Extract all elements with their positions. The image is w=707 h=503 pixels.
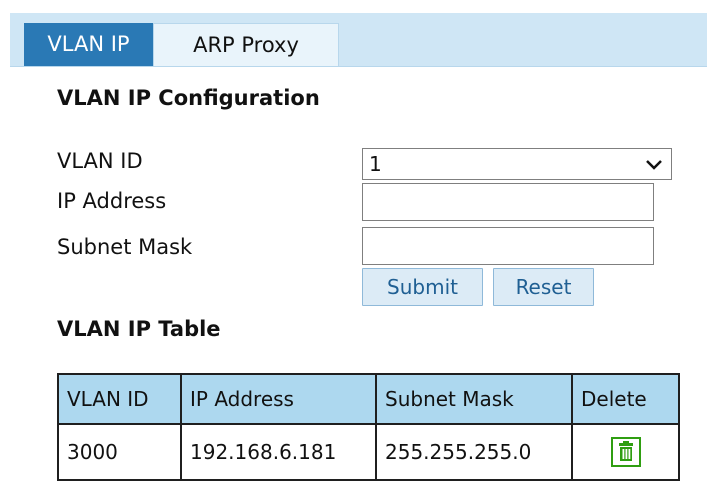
vlan-id-selected-value: 1 — [369, 152, 382, 176]
ip-address-input[interactable] — [362, 183, 654, 221]
header-vlan-id: VLAN ID — [57, 373, 182, 425]
subnet-mask-label: Subnet Mask — [57, 235, 193, 259]
reset-button[interactable]: Reset — [493, 268, 594, 306]
header-delete: Delete — [571, 373, 680, 425]
vlan-ip-page: VLAN IP ARP Proxy VLAN IP Configuration … — [0, 0, 707, 503]
vlan-ip-configuration-title: VLAN IP Configuration — [57, 86, 320, 110]
vlan-ip-table-title: VLAN IP Table — [57, 317, 221, 341]
chevron-down-icon — [646, 160, 662, 170]
cell-delete — [571, 423, 680, 481]
table-row: 3000 192.168.6.181 255.255.255.0 — [57, 423, 680, 481]
tab-arp-proxy[interactable]: ARP Proxy — [153, 23, 339, 66]
header-subnet-mask: Subnet Mask — [375, 373, 573, 425]
tab-vlan-ip[interactable]: VLAN IP — [24, 23, 153, 66]
cell-vlan-id: 3000 — [57, 423, 182, 481]
submit-button[interactable]: Submit — [362, 268, 483, 306]
ip-address-label: IP Address — [57, 189, 167, 213]
header-ip-address: IP Address — [180, 373, 377, 425]
tab-bar: VLAN IP ARP Proxy — [10, 13, 707, 67]
cell-ip-address: 192.168.6.181 — [180, 423, 377, 481]
table-header-row: VLAN ID IP Address Subnet Mask Delete — [57, 373, 680, 425]
vlan-ip-table: VLAN ID IP Address Subnet Mask Delete 30… — [57, 373, 680, 481]
cell-subnet-mask: 255.255.255.0 — [375, 423, 573, 481]
subnet-mask-input[interactable] — [362, 227, 654, 265]
trash-icon[interactable] — [610, 437, 641, 467]
vlan-id-label: VLAN ID — [57, 149, 143, 173]
vlan-ip-table-container: VLAN ID IP Address Subnet Mask Delete 30… — [57, 373, 680, 485]
vlan-id-select[interactable]: 1 — [362, 148, 672, 180]
